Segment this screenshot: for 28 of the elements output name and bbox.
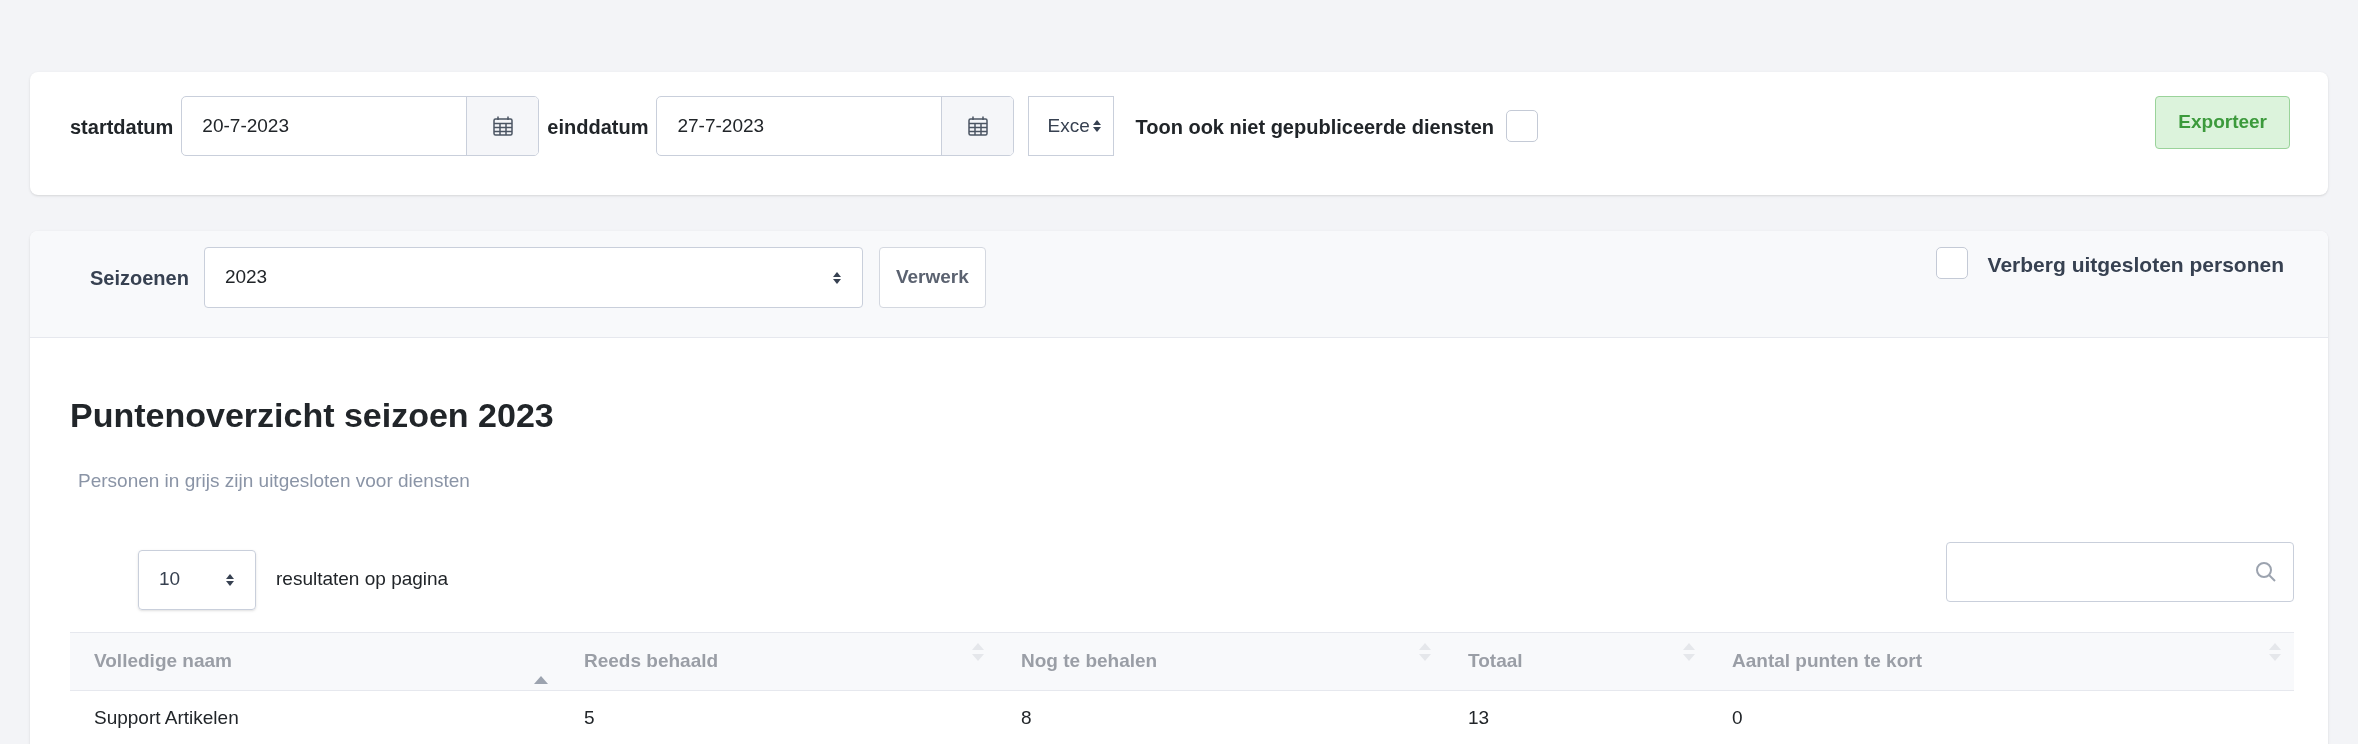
section-title: Puntenoverzicht seizoen 2023 [70, 395, 555, 436]
process-button[interactable]: Verwerk [878, 247, 986, 308]
checkbox[interactable] [1506, 110, 1539, 142]
page-size-label: resultaten op pagina [276, 567, 449, 592]
table-cell-text: 13 [1467, 705, 1491, 730]
search-field[interactable] [1946, 541, 2294, 602]
season-select[interactable]: 2023 [203, 247, 863, 308]
end-date-label: einddatum [547, 115, 649, 140]
hide-excluded-label: Verberg uitgesloten personen [1987, 252, 2284, 278]
calendar-icon [491, 115, 514, 137]
table-cell-text: 8 [1020, 705, 1033, 730]
table-cell-text: Support Artikelen [93, 705, 240, 730]
search-icon [2255, 560, 2277, 583]
page-size-select[interactable]: 10 [138, 549, 256, 610]
checkbox[interactable] [1935, 247, 1968, 279]
table-cell-text: 5 [583, 705, 596, 730]
updown-icon [831, 270, 842, 285]
calendar-icon [967, 115, 989, 137]
season-label: Seizoenen [90, 266, 189, 291]
start-date-field[interactable]: 20-7-2023 [181, 96, 540, 156]
table-cell-text: 0 [1731, 705, 1744, 730]
format-select[interactable]: Exce [1028, 96, 1115, 156]
end-date-field[interactable]: 27-7-2023 [656, 96, 1015, 156]
unpublished-label: Toon ook niet gepubliceerde diensten [1135, 115, 1495, 140]
updown-icon [1091, 119, 1102, 133]
start-date-label: startdatum [70, 115, 174, 140]
updown-icon [225, 572, 235, 587]
subtitle: Personen in grijs zijn uitgesloten voor diensten [78, 469, 471, 493]
